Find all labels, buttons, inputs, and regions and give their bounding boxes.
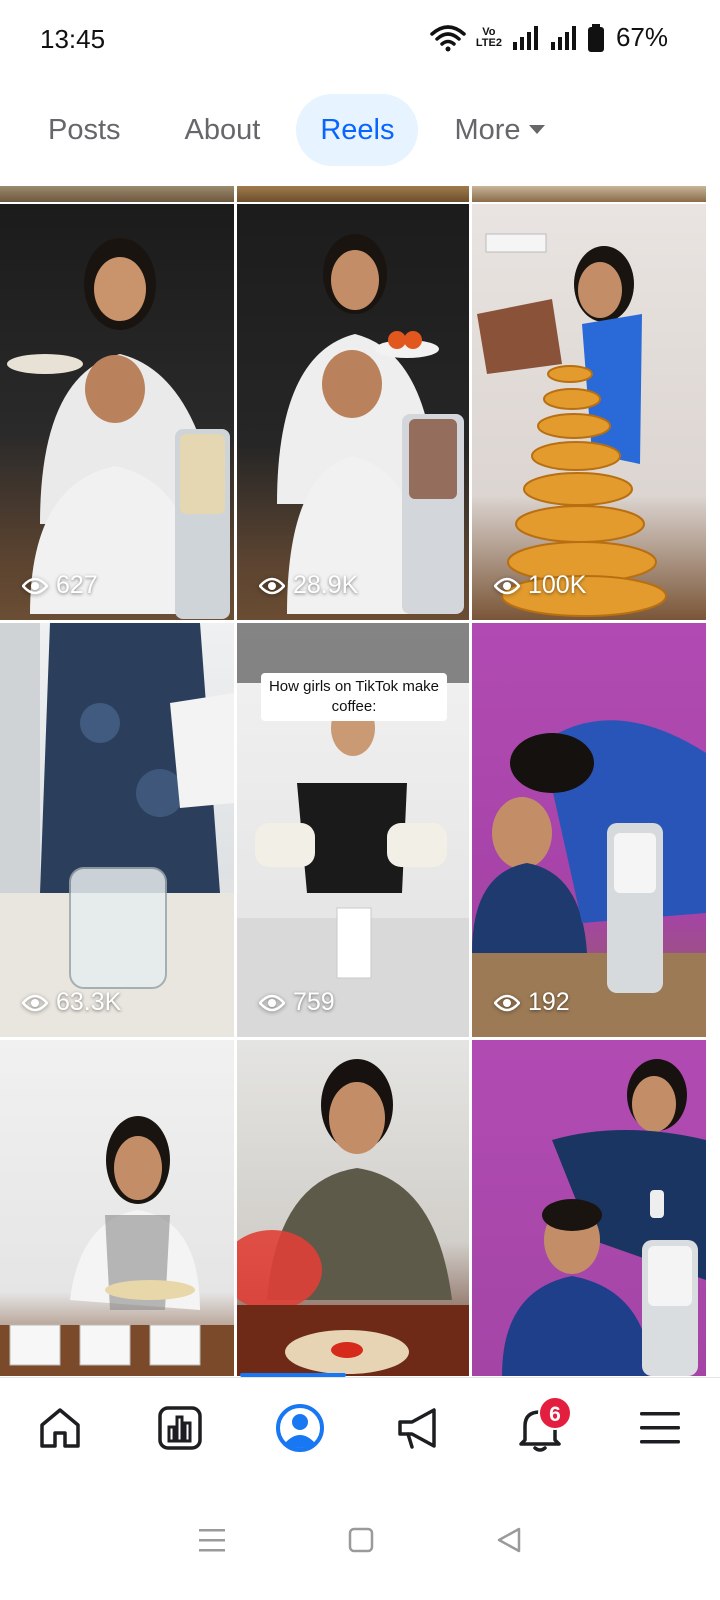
reel-thumbnail-art: [237, 1059, 469, 1376]
view-count: 192: [494, 988, 570, 1017]
megaphone-icon: [398, 1408, 436, 1449]
view-count: 759: [259, 988, 335, 1017]
reel-thumbnail-art: [502, 1059, 706, 1376]
reel-thumbnail-art: [277, 234, 464, 614]
reel-caption: How girls on TikTok make coffee:: [261, 673, 447, 721]
reel-thumbnail[interactable]: [472, 1040, 706, 1376]
eye-icon: [22, 577, 48, 594]
wifi-icon: [430, 24, 466, 51]
signal-icon-1: [512, 25, 538, 50]
status-time: 13:45: [40, 24, 106, 54]
reel-thumbnail-art: [0, 1116, 234, 1376]
status-icons: Vo LTE2 67%: [430, 22, 668, 53]
eye-icon: [494, 577, 520, 594]
tab-more[interactable]: More: [426, 94, 572, 166]
reel-thumbnail[interactable]: 192: [472, 623, 706, 1037]
view-count-label: 63.3K: [56, 988, 122, 1016]
tab-posts[interactable]: Posts: [20, 94, 149, 166]
eye-icon: [259, 577, 285, 594]
view-count-label: 627: [56, 571, 98, 599]
reel-thumbnail[interactable]: 63.3K: [0, 623, 234, 1037]
reel-thumbnail[interactable]: [0, 1040, 234, 1376]
view-count: 63.3K: [22, 988, 121, 1017]
bottom-navigation: [0, 1377, 720, 1477]
nav-profile[interactable]: [240, 1378, 360, 1478]
reel-thumbnail[interactable]: 100K: [472, 204, 706, 620]
eye-icon: [494, 994, 520, 1011]
tab-about[interactable]: About: [157, 94, 289, 166]
battery-icon: [587, 23, 604, 52]
recents-icon[interactable]: [197, 1526, 227, 1554]
view-count-label: 100K: [528, 571, 587, 599]
view-count: 28.9K: [259, 571, 358, 600]
insights-icon: [158, 1406, 202, 1450]
nav-notifications[interactable]: [480, 1378, 600, 1478]
profile-tabs: Posts About Reels More: [0, 94, 720, 166]
reel-thumbnail-art: [0, 623, 234, 1037]
profile-icon: [276, 1404, 324, 1452]
home-icon: [40, 1408, 80, 1448]
status-bar: 13:45 Vo LTE2 67%: [0, 0, 720, 82]
reel-partial-3[interactable]: [472, 186, 706, 202]
volte-indicator: Vo LTE2: [475, 25, 502, 49]
eye-icon: [22, 994, 48, 1011]
view-count-label: 192: [528, 988, 570, 1016]
tab-reels[interactable]: Reels: [296, 94, 419, 166]
notification-badge: 6: [538, 1396, 572, 1430]
reel-thumbnail-art: [472, 720, 706, 1037]
view-count-label: 28.9K: [293, 571, 359, 599]
eye-icon: [259, 994, 285, 1011]
home-button-icon[interactable]: [347, 1526, 375, 1554]
nav-menu[interactable]: [600, 1378, 720, 1478]
view-count-label: 759: [293, 988, 335, 1016]
reel-thumbnail[interactable]: 627: [0, 204, 234, 620]
tab-more-label: More: [454, 114, 521, 146]
reel-thumbnail[interactable]: 28.9K: [237, 204, 469, 620]
signal-icon-2: [550, 25, 576, 50]
menu-icon: [640, 1412, 680, 1444]
nav-home[interactable]: [0, 1378, 120, 1478]
back-icon[interactable]: [495, 1526, 523, 1554]
reel-thumbnail-art: [7, 238, 230, 619]
system-navigation: [0, 1480, 720, 1600]
nav-insights[interactable]: [120, 1378, 240, 1478]
reel-thumbnail[interactable]: How girls on TikTok make coffee: 759: [237, 623, 469, 1037]
view-count: 100K: [494, 571, 586, 600]
battery-percent: 67%: [615, 22, 668, 52]
caret-down-icon: [528, 124, 545, 134]
reel-partial-1[interactable]: [0, 186, 234, 202]
reel-thumbnail[interactable]: [237, 1040, 469, 1376]
reels-grid: 627 28.9K 100K 63.3K How girls on TikTok…: [0, 186, 720, 1376]
nav-ads[interactable]: [360, 1378, 480, 1478]
reel-partial-2[interactable]: [237, 186, 469, 202]
view-count: 627: [22, 571, 98, 600]
reel-thumbnail-art: [477, 233, 667, 617]
